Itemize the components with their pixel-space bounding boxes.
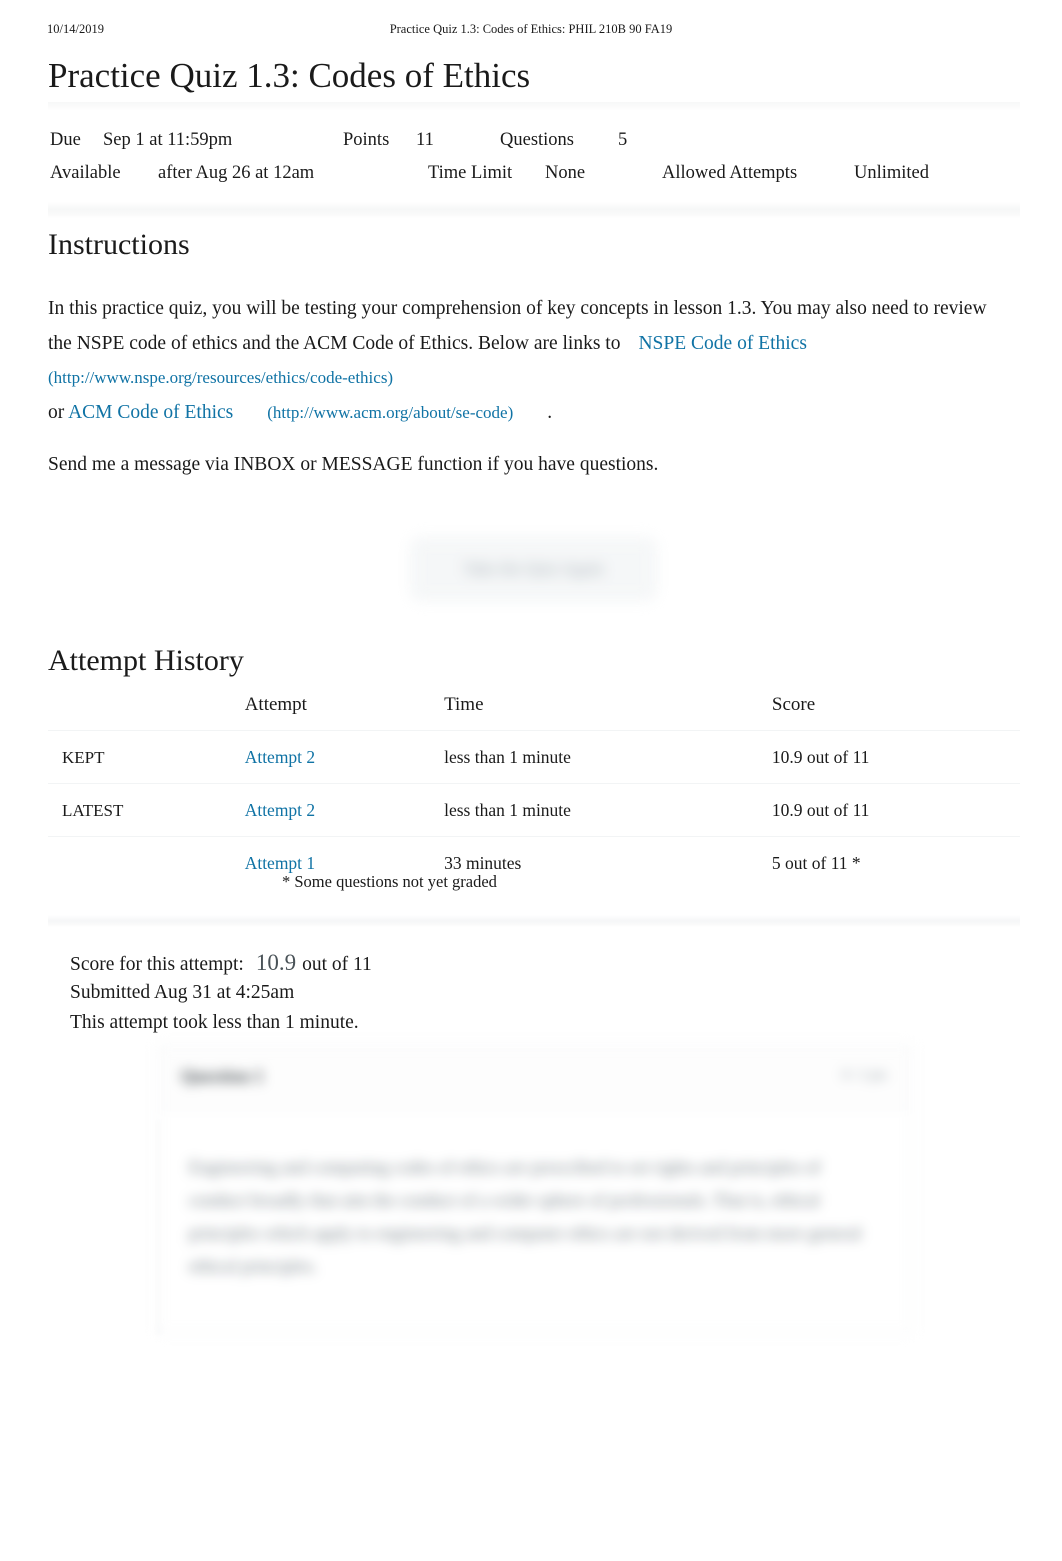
attempt-history-table: Attempt Time Score KEPT Attempt 2 less t… [48, 694, 1020, 889]
band-top-rule [48, 102, 1020, 110]
row-status-latest: LATEST [48, 783, 245, 837]
score-summary: Score for this attempt: 10.9 out of 11 Sub… [70, 948, 372, 1038]
attempt-link[interactable]: Attempt 2 [245, 800, 315, 820]
acm-code-of-ethics-url: (http://www.acm.org/about/se-code) [267, 402, 514, 422]
row-attempt-cell: Attempt 2 [244, 730, 445, 784]
column-header-blank [48, 694, 245, 731]
questions-label: Questions [500, 130, 574, 150]
available-value: after Aug 26 at 12am [158, 163, 315, 183]
row-status-empty [48, 836, 245, 889]
print-header: 10/14/2019 Practice Quiz 1.3: Codes of E… [0, 22, 1062, 42]
due-value: Sep 1 at 11:59pm [103, 130, 233, 150]
band-bottom-rule [48, 202, 1020, 218]
due-label: Due [50, 130, 81, 150]
instructions-line-3: are links to [533, 332, 621, 354]
instructions-paragraph-2: Send me a message via INBOX or MESSAGE f… [48, 454, 659, 475]
attempt-history-bottom-rule [48, 915, 1020, 927]
score-out-of: out of 11 [302, 954, 372, 975]
print-page-title: Practice Quiz 1.3: Codes of Ethics: PHIL… [389, 22, 673, 36]
sentence-period: . [547, 401, 553, 423]
submitted-line: Submitted Aug 31 at 4:25am [70, 982, 295, 1003]
attempt-link[interactable]: Attempt 2 [245, 747, 315, 767]
row-attempt-cell: Attempt 2 [244, 783, 445, 837]
table-row: Attempt 1 33 minutes 5 out of 11 * [48, 836, 1020, 889]
questions-value: 5 [618, 130, 628, 150]
time-limit-label: Time Limit [428, 163, 513, 183]
instructions-heading: Instructions [48, 228, 190, 261]
attempt-history-heading: Attempt History [48, 644, 244, 677]
retake-quiz-button[interactable]: Take the Quiz Again [411, 538, 656, 600]
quiz-details-row-1: Due Sep 1 at 11:59pm Points 11 Questions… [48, 124, 1020, 157]
acm-code-of-ethics-link[interactable]: ACM Code of Ethics [68, 402, 233, 423]
attempt-history-header-row: Attempt Time Score [48, 694, 1020, 731]
question-body-text: Engineering and computing codes of ethic… [189, 1157, 862, 1276]
row-time: less than 1 minute [444, 730, 772, 784]
nspe-code-of-ethics-url: (http://www.nspe.org/resources/ethics/co… [48, 368, 394, 387]
quiz-details: Due Sep 1 at 11:59pm Points 11 Questions… [48, 110, 1020, 202]
allowed-attempts-value: Unlimited [854, 163, 930, 183]
attempt-link[interactable]: Attempt 1 [245, 853, 315, 873]
table-row: KEPT Attempt 2 less than 1 minute 10.9 o… [48, 730, 1020, 784]
or-text: or [48, 401, 65, 423]
question-card-header: Question 1 0 / 2 pts [159, 1046, 911, 1109]
row-status-kept: KEPT [48, 730, 245, 784]
column-header-time: Time [444, 694, 484, 715]
instructions-line-1: In this practice quiz, you will be testi… [48, 298, 757, 319]
table-row: LATEST Attempt 2 less than 1 minute 10.9… [48, 783, 1020, 837]
attempt-history-thead: Attempt Time Score [48, 694, 1020, 731]
row-time: less than 1 minute [444, 783, 772, 837]
allowed-attempts-label: Allowed Attempts [662, 163, 798, 183]
retake-quiz-button-wrapper[interactable]: Take the Quiz Again [411, 538, 656, 600]
instructions-paragraph-1: In this practice quiz, you will be testi… [48, 292, 1008, 430]
nspe-code-of-ethics-link[interactable]: NSPE Code of Ethics [638, 333, 806, 354]
row-score: 5 out of 11 * [771, 836, 1020, 889]
quiz-details-row-2: Available after Aug 26 at 12am Time Limi… [48, 157, 1020, 190]
score-label: Score for this attempt: [70, 954, 244, 975]
column-header-attempt: Attempt [244, 694, 307, 715]
row-score: 10.9 out of 11 [771, 730, 1020, 784]
available-label: Available [50, 163, 121, 183]
time-limit-value: None [545, 163, 586, 183]
attempt-history-tbody: KEPT Attempt 2 less than 1 minute 10.9 o… [48, 730, 1020, 889]
question-card: Question 1 0 / 2 pts Engineering and com… [158, 1045, 912, 1333]
quiz-details-band: Due Sep 1 at 11:59pm Points 11 Questions… [48, 102, 1020, 218]
ungraded-footnote: * Some questions not yet graded [282, 872, 497, 891]
row-score: 10.9 out of 11 [771, 783, 1020, 837]
points-value: 11 [416, 130, 434, 150]
score-value: 10.9 [255, 950, 297, 975]
score-for-attempt-line: Score for this attempt: 10.9 out of 11 [70, 948, 372, 978]
question-title: Question 1 [181, 1066, 264, 1086]
column-header-score: Score [771, 694, 816, 715]
duration-line: This attempt took less than 1 minute. [70, 1012, 359, 1033]
page-title: Practice Quiz 1.3: Codes of Ethics [48, 56, 531, 95]
question-points: 0 / 2 pts [842, 1068, 887, 1083]
instructions-body: In this practice quiz, you will be testi… [48, 292, 1008, 501]
points-label: Points [343, 130, 390, 150]
